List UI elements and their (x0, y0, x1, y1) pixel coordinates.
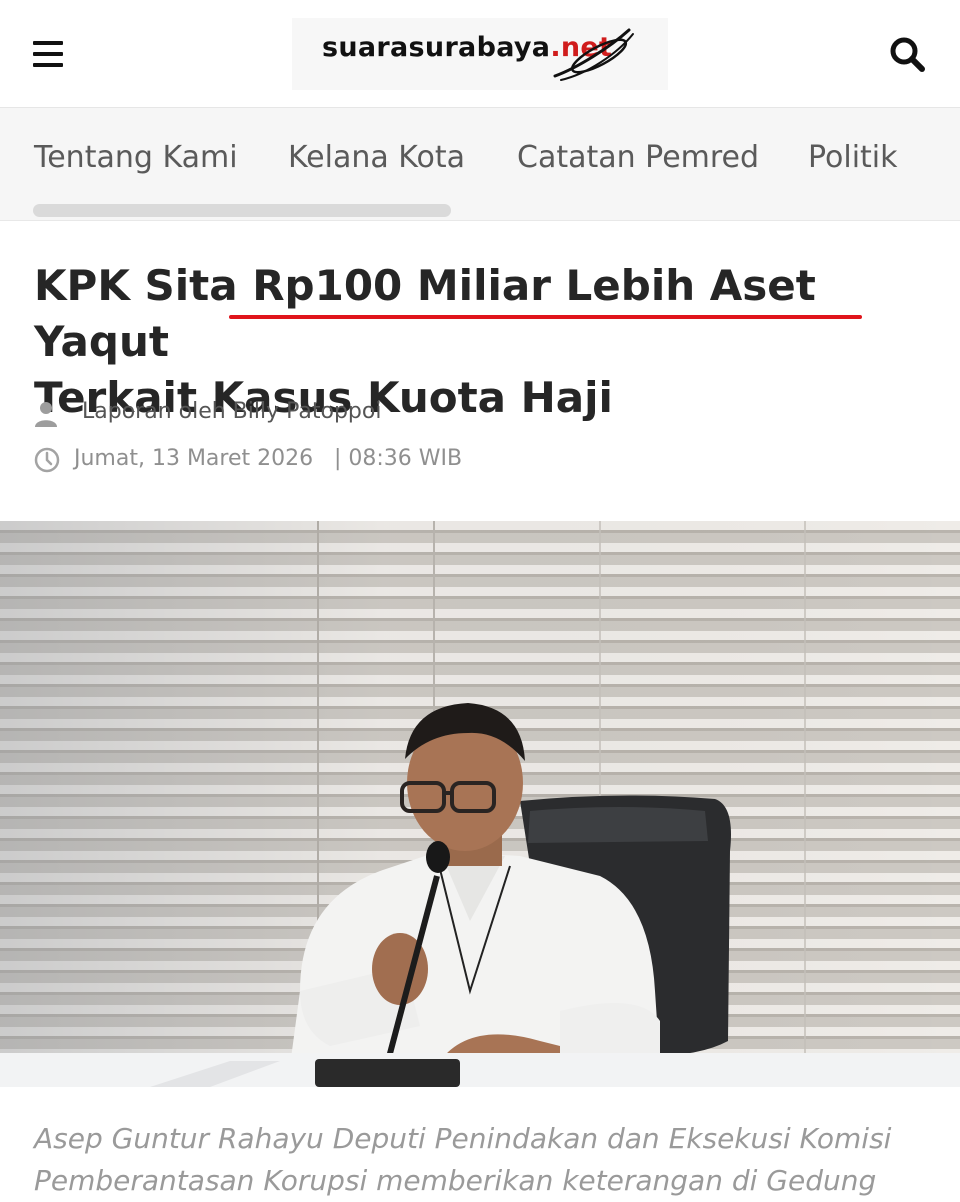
search-icon[interactable] (886, 34, 930, 74)
photo-caption: Asep Guntur Rahayu Deputi Penindakan dan… (34, 1122, 892, 1197)
hamburger-menu-icon[interactable] (33, 41, 63, 67)
nav-item-tentang-kami[interactable]: Tentang Kami (34, 140, 238, 175)
logo-swoosh-icon (553, 28, 634, 81)
clock-icon (34, 447, 60, 473)
site-logo[interactable]: suarasurabaya.net (292, 18, 668, 90)
publish-date: Jumat, 13 Maret 2026 (74, 446, 314, 471)
title-part-1: KPK Sita (34, 261, 253, 310)
title-highlight-underline (229, 315, 862, 319)
author-byline: Laporan oleh Billy Patoppoi (82, 399, 382, 424)
user-icon (35, 402, 57, 427)
nav-item-politik[interactable]: Politik (808, 140, 898, 175)
site-header: suarasurabaya.net (0, 0, 960, 108)
nav-scrollbar[interactable] (33, 204, 451, 217)
article-photo (0, 521, 960, 1087)
nav-item-kelana-kota[interactable]: Kelana Kota (288, 140, 465, 175)
nav-item-catatan-pemred[interactable]: Catatan Pemred (517, 140, 759, 175)
author-row: Laporan oleh Billy Patoppoi (34, 397, 534, 427)
date-row: Jumat, 13 Maret 2026 | 08:36 WIB (34, 444, 634, 474)
publish-time: | 08:36 WIB (334, 446, 463, 471)
category-nav: Tentang Kami Kelana Kota Catatan Pemred … (0, 108, 960, 221)
